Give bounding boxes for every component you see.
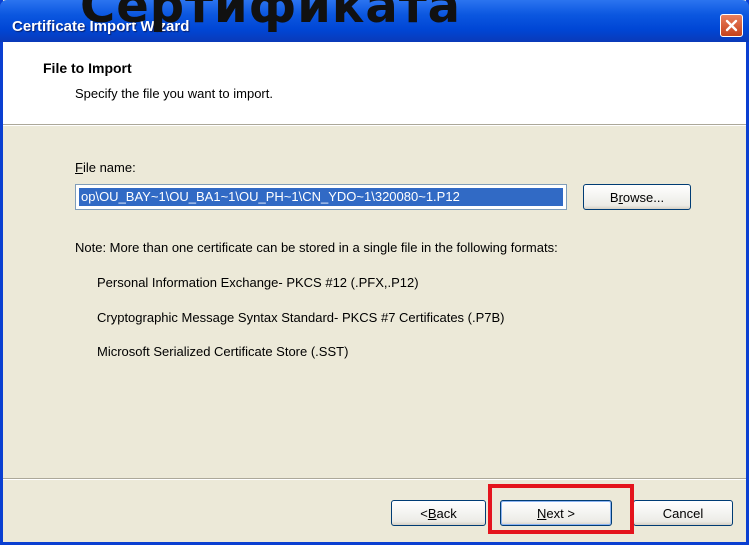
back-hotkey: B <box>427 505 437 521</box>
close-button[interactable] <box>720 14 743 37</box>
wizard-header: File to Import Specify the file you want… <box>3 42 746 124</box>
title-bar[interactable]: Certificate Import Wizard Сертификата <box>0 0 749 42</box>
file-name-input[interactable]: op\OU_BAY~1\OU_BA1~1\OU_PH~1\CN_YDO~1\32… <box>75 184 567 210</box>
footer-divider <box>3 478 746 480</box>
file-name-label-text: ile name: <box>82 160 136 175</box>
format-item: Microsoft Serialized Certificate Store (… <box>97 344 349 359</box>
wizard-window: Certificate Import Wizard Сертификата Fi… <box>0 0 749 545</box>
browse-button[interactable]: Br owse... <box>583 184 691 210</box>
back-button[interactable]: < Back <box>391 500 486 526</box>
file-name-hotkey: F <box>75 160 83 175</box>
overlay-caption: Сертификата <box>80 0 462 34</box>
cancel-button[interactable]: Cancel <box>633 500 733 526</box>
file-name-label: File name: <box>75 160 136 175</box>
format-item: Cryptographic Message Syntax Standard- P… <box>97 310 505 325</box>
page-title: File to Import <box>43 60 132 76</box>
back-label-pre: < <box>420 505 428 521</box>
back-label-post: ack <box>436 505 457 521</box>
browse-label-post: owse... <box>622 189 665 205</box>
header-divider <box>3 124 746 126</box>
browse-label-pre: B <box>609 189 619 205</box>
close-icon <box>725 19 738 32</box>
page-subtitle: Specify the file you want to import. <box>75 86 273 101</box>
format-item: Personal Information Exchange- PKCS #12 … <box>97 275 419 290</box>
file-name-value: op\OU_BAY~1\OU_BA1~1\OU_PH~1\CN_YDO~1\32… <box>79 188 563 206</box>
note-text: Note: More than one certificate can be s… <box>75 240 558 255</box>
next-highlight-box <box>488 484 634 534</box>
